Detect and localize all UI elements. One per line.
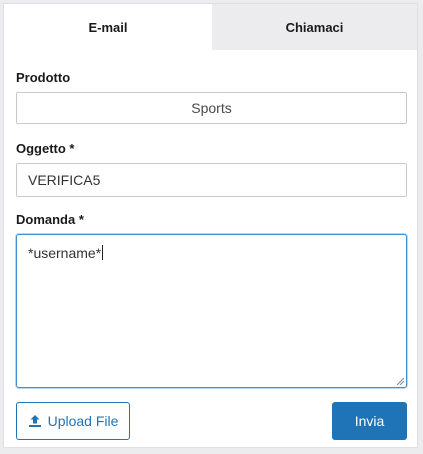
product-label: Prodotto bbox=[16, 70, 71, 85]
contact-form-panel: E-mail Chiamaci Prodotto Sports Oggetto … bbox=[3, 3, 418, 448]
subject-input[interactable]: VERIFICA5 bbox=[16, 163, 407, 197]
send-button[interactable]: Invia bbox=[332, 402, 407, 440]
question-label: Domanda * bbox=[16, 212, 84, 227]
tab-call-us[interactable]: Chiamaci bbox=[212, 4, 417, 50]
tab-email[interactable]: E-mail bbox=[4, 4, 212, 50]
subject-label: Oggetto * bbox=[16, 141, 75, 156]
product-select-value: Sports bbox=[191, 100, 232, 116]
upload-file-label: Upload File bbox=[47, 413, 119, 429]
subject-input-value: VERIFICA5 bbox=[28, 172, 101, 188]
resize-grip-icon[interactable] bbox=[396, 377, 404, 385]
question-textarea[interactable]: *username* bbox=[16, 234, 407, 388]
upload-file-button[interactable]: Upload File bbox=[16, 402, 130, 440]
send-button-label: Invia bbox=[354, 413, 385, 429]
upload-icon bbox=[28, 415, 41, 427]
tab-bar: E-mail Chiamaci bbox=[4, 4, 417, 50]
question-textarea-value: *username* bbox=[28, 245, 102, 261]
product-select[interactable]: Sports bbox=[16, 92, 407, 124]
text-caret bbox=[102, 245, 104, 260]
